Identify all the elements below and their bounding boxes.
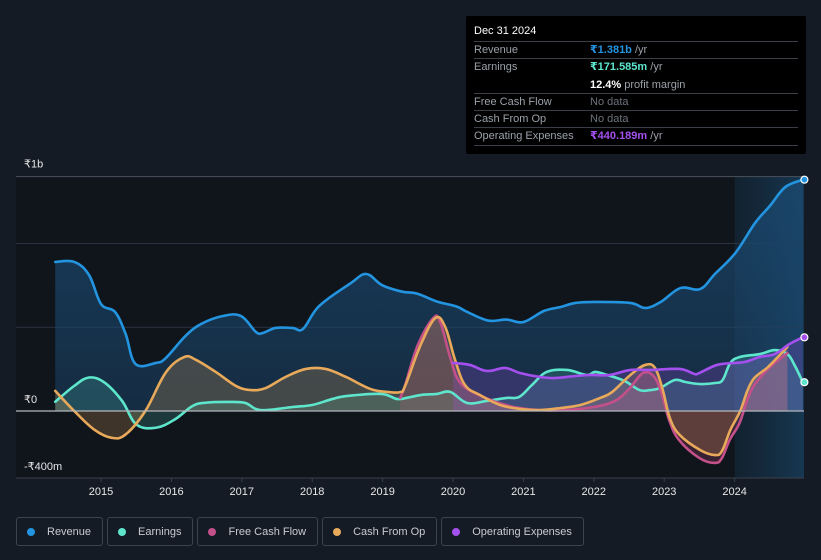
- tooltip-row: Free Cash Flow No data: [474, 94, 798, 112]
- tooltip-row: Operating Expenses ₹440.189m /yr: [474, 128, 798, 146]
- legend-label: Free Cash Flow: [228, 525, 307, 538]
- x-tick-label: 2021: [511, 486, 535, 498]
- legend-dot-icon: [333, 527, 342, 536]
- tooltip-row-label: [474, 77, 590, 93]
- tooltip-value-number: ₹440.189m: [590, 130, 648, 143]
- tooltip-value-number: ₹1.381b: [590, 44, 632, 56]
- tooltip-row: Revenue ₹1.381b /yr: [474, 42, 798, 60]
- tooltip-row-label: Operating Expenses: [474, 130, 574, 143]
- tooltip-row-value: No data: [590, 94, 629, 110]
- legend-dot-icon: [208, 527, 217, 536]
- legend-item-earnings[interactable]: Earnings: [107, 517, 194, 546]
- legend: Revenue Earnings Free Cash Flow Cash From O…: [16, 517, 584, 546]
- tooltip-value-number: No data: [590, 113, 629, 126]
- tooltip-row: Cash From Op No data: [474, 111, 798, 129]
- tooltip-value-number: No data: [590, 95, 629, 108]
- tooltip-row-label: Cash From Op: [474, 113, 547, 126]
- tooltip-row-label: Free Cash Flow: [474, 95, 552, 108]
- x-tick-label: 2019: [370, 486, 394, 498]
- tooltip-row: 12.4% profit margin: [474, 77, 798, 94]
- x-tick-label: 2016: [159, 486, 183, 498]
- legend-label: Operating Expenses: [472, 525, 572, 538]
- legend-dot-icon: [452, 527, 461, 536]
- x-tick-label: 2024: [722, 486, 746, 498]
- tooltip-row: Earnings ₹171.585m /yr: [474, 59, 798, 76]
- x-tick-label: 2023: [652, 486, 676, 498]
- x-tick-label: 2020: [441, 486, 465, 498]
- legend-item-revenue[interactable]: Revenue: [16, 517, 104, 546]
- legend-item-free-cash-flow[interactable]: Free Cash Flow: [197, 517, 319, 546]
- y-tick-label: ₹1b: [24, 159, 43, 171]
- x-tick-label: 2017: [230, 486, 254, 498]
- tooltip-row-label: Earnings: [474, 61, 518, 74]
- tooltip-row-value: ₹171.585m /yr: [590, 59, 662, 76]
- tooltip-row-value: 12.4% profit margin: [590, 77, 685, 93]
- tooltip-row-value: ₹440.189m /yr: [590, 128, 662, 144]
- tooltip-value-unit: /yr: [647, 61, 663, 74]
- tooltip-row-label: Revenue: [474, 44, 519, 56]
- tooltip-row-value: No data: [590, 111, 629, 127]
- tooltip-row-value: ₹1.381b /yr: [590, 42, 647, 58]
- y-tick-label: -₹400m: [24, 461, 62, 473]
- tooltip-value-unit: /yr: [647, 130, 663, 143]
- tooltip-value-unit: profit margin: [621, 78, 686, 91]
- tooltip-value-unit: /yr: [631, 44, 648, 56]
- legend-label: Cash From Op: [353, 525, 426, 538]
- revenue-end-marker[interactable]: [800, 175, 809, 184]
- legend-item-operating-expenses[interactable]: Operating Expenses: [441, 517, 584, 546]
- legend-item-cash-from-op[interactable]: Cash From Op: [322, 517, 438, 546]
- x-tick-label: 2015: [89, 486, 113, 498]
- x-tick-label: 2018: [300, 486, 324, 498]
- operating-expenses-end-marker[interactable]: [800, 333, 809, 342]
- legend-label: Earnings: [138, 525, 182, 538]
- tooltip-value-number: 12.4%: [590, 78, 622, 91]
- legend-dot-icon: [118, 527, 127, 536]
- x-tick-label: 2022: [582, 486, 606, 498]
- tooltip: Dec 31 2024 Revenue ₹1.381b /yr Earnings ₹1…: [466, 16, 806, 154]
- tooltip-date: Dec 31 2024: [474, 24, 798, 42]
- legend-dot-icon: [27, 527, 35, 536]
- tooltip-value-number: ₹171.585m: [590, 61, 648, 74]
- legend-label: Revenue: [47, 525, 92, 538]
- y-tick-label: ₹0: [24, 394, 37, 406]
- earnings-end-marker[interactable]: [800, 378, 809, 387]
